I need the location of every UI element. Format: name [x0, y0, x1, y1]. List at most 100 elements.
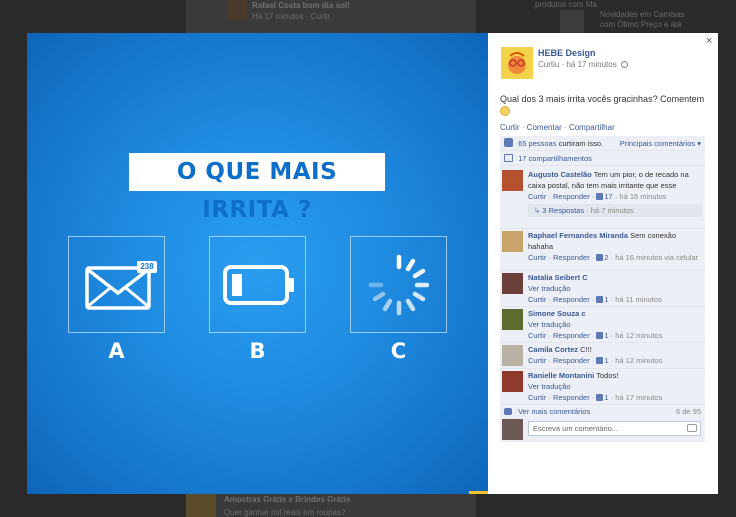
comment-meta: Curtir · Responder · 1 · há 11 minutos: [528, 295, 662, 304]
comment-link[interactable]: Comentar: [527, 123, 562, 132]
commenter-avatar[interactable]: [502, 231, 523, 252]
replies-time: há 7 minutos: [590, 206, 634, 215]
thumbs-up-icon: [596, 394, 604, 401]
option-a-box: 238: [68, 236, 165, 333]
comment-time: há 11 minutos: [615, 295, 662, 304]
comment-like-link[interactable]: Curtir: [528, 393, 546, 402]
comment-reply-link[interactable]: Responder: [553, 295, 590, 304]
option-b-box: [209, 236, 306, 333]
comment-body: Simone Souza c Ver tradução Curtir · Res…: [528, 308, 702, 341]
shares-count-link[interactable]: 17 compartilhamentos: [518, 154, 592, 163]
comment-text: C!!!: [580, 345, 592, 354]
post-text: Qual dos 3 mais irrita vocês gracinhas? …: [500, 93, 710, 117]
thumbs-up-icon: [596, 332, 604, 339]
comment-time: há 16 minutos via celular: [615, 253, 699, 262]
commenter-avatar[interactable]: [502, 170, 523, 191]
likes-count-link[interactable]: 65 pessoas: [518, 139, 556, 148]
commenter-name[interactable]: Augusto Castelão: [528, 170, 592, 179]
background-thumbnail: [186, 494, 216, 517]
comment-meta: Curtir · Responder · 1 · há 12 minutos: [528, 356, 663, 365]
likes-row: 65 pessoas curtiram isso. Principais com…: [500, 136, 705, 151]
comment-meta: Curtir · Responder · 1 · há 12 minutos: [528, 331, 663, 340]
comment-like-link[interactable]: Curtir: [528, 192, 546, 201]
post-meta-text: Curtiu · há 17 minutos: [538, 60, 617, 69]
post-actions: Curtir · Comentar · Compartilhar: [500, 123, 615, 132]
page-avatar[interactable]: [501, 47, 533, 79]
comment-like-count[interactable]: 17: [604, 192, 612, 201]
comment-like-link[interactable]: Curtir: [528, 295, 546, 304]
comment-like-count[interactable]: 1: [604, 295, 608, 304]
comment-meta: Curtir · Responder · 2 · há 16 minutos v…: [528, 253, 699, 262]
comment-body: Augusto Castelão Tem um pior, o de recad…: [528, 169, 702, 202]
comment-item: Augusto Castelão Tem um pior, o de recad…: [500, 168, 705, 224]
loading-spinner-icon: [368, 254, 430, 316]
background-snippet: Rafael Costa bom dia sol!: [252, 1, 350, 10]
comment-like-link[interactable]: Curtir: [528, 331, 546, 340]
comment-reply-link[interactable]: Responder: [553, 192, 590, 201]
comment-like-count[interactable]: 1: [604, 331, 608, 340]
camera-icon[interactable]: [687, 424, 697, 432]
background-snippet: produtos com Ma: [535, 0, 597, 9]
comment-meta: Curtir · Responder · 17 · há 16 minutos: [528, 192, 667, 201]
public-globe-icon: [620, 61, 628, 68]
thumbs-up-icon: [596, 193, 604, 200]
close-icon[interactable]: ×: [706, 35, 712, 47]
commenter-name[interactable]: Camila Cortez: [528, 345, 578, 354]
comment-like-count[interactable]: 1: [604, 356, 608, 365]
comment-like-count[interactable]: 1: [604, 393, 608, 402]
battery-low-icon: [223, 265, 294, 305]
commenter-name[interactable]: Simone Souza c: [528, 309, 586, 318]
smile-emoji-icon: [500, 106, 510, 116]
background-thumbnail: [560, 10, 584, 34]
thumbs-up-icon: [596, 254, 604, 261]
translate-link[interactable]: Ver tradução: [528, 320, 571, 329]
translate-link[interactable]: Ver tradução: [528, 382, 571, 391]
comment-item: Natalia Seibert C Ver tradução Curtir · …: [500, 270, 705, 305]
more-comments-row: Ver mais comentários 6 de 95: [500, 404, 705, 418]
comment-time: há 12 minutos: [615, 356, 663, 365]
view-more-comments-link[interactable]: Ver mais comentários: [518, 407, 590, 416]
user-avatar: [502, 419, 523, 440]
comment-like-link[interactable]: Curtir: [528, 356, 546, 365]
replies-link[interactable]: 3 Respostas: [542, 206, 584, 215]
comment-reply-link[interactable]: Responder: [553, 331, 590, 340]
commenter-avatar[interactable]: [502, 345, 523, 366]
post-meta: Curtiu · há 17 minutos: [538, 60, 628, 69]
comment-item: Camila Cortez C!!! Curtir · Responder · …: [500, 342, 705, 367]
page-logo-icon: [501, 47, 533, 79]
commenter-avatar[interactable]: [502, 273, 523, 294]
photo-headline: O QUE MAIS IRRITA ?: [129, 153, 385, 223]
comment-time: há 17 minutos: [615, 393, 663, 402]
comment-like-count[interactable]: 2: [604, 253, 608, 262]
option-b-label: B: [249, 339, 266, 363]
sort-comments-dropdown[interactable]: Principais comentários ▾: [620, 136, 701, 151]
share-link[interactable]: Compartilhar: [569, 123, 615, 132]
post-text-content: Qual dos 3 mais irrita vocês gracinhas? …: [500, 94, 705, 104]
page-name-link[interactable]: HEBE Design: [538, 48, 596, 58]
photo-viewer[interactable]: O QUE MAIS IRRITA ? 238 A B C: [27, 33, 488, 494]
commenter-name[interactable]: Ranielle Montanini: [528, 371, 594, 380]
comment-body: Camila Cortez C!!! Curtir · Responder · …: [528, 344, 702, 366]
comment-meta: Curtir · Responder · 1 · há 17 minutos: [528, 393, 663, 402]
like-link[interactable]: Curtir: [500, 123, 520, 132]
translate-link[interactable]: Ver tradução: [528, 284, 571, 293]
unread-badge: 238: [140, 262, 154, 271]
comment-input[interactable]: Escreva um comentário...: [528, 421, 701, 436]
comment-time: há 16 minutos: [619, 192, 667, 201]
comment-reply-link[interactable]: Responder: [553, 253, 590, 262]
likes-text: curtiram isso.: [558, 139, 604, 148]
comment-like-link[interactable]: Curtir: [528, 253, 546, 262]
comment-reply-link[interactable]: Responder: [553, 356, 590, 365]
comment-text: Todos!: [596, 371, 619, 380]
replies-row[interactable]: ↳ 3 Respostas · há 7 minutos: [528, 204, 702, 217]
commenter-avatar[interactable]: [502, 371, 523, 392]
thumbs-up-icon: [596, 296, 604, 303]
background-snippet: Novidades em Camisas: [600, 10, 685, 19]
commenter-avatar[interactable]: [502, 309, 523, 330]
background-snippet: Amostras Grátis e Brindes Grátis: [224, 495, 351, 504]
option-c-box: [350, 236, 447, 333]
comment-reply-link[interactable]: Responder: [553, 393, 590, 402]
sort-comments-label: Principais comentários: [619, 139, 696, 148]
commenter-name[interactable]: Natalia Seibert C: [528, 273, 588, 282]
commenter-name[interactable]: Raphael Fernandes Miranda: [528, 231, 628, 240]
